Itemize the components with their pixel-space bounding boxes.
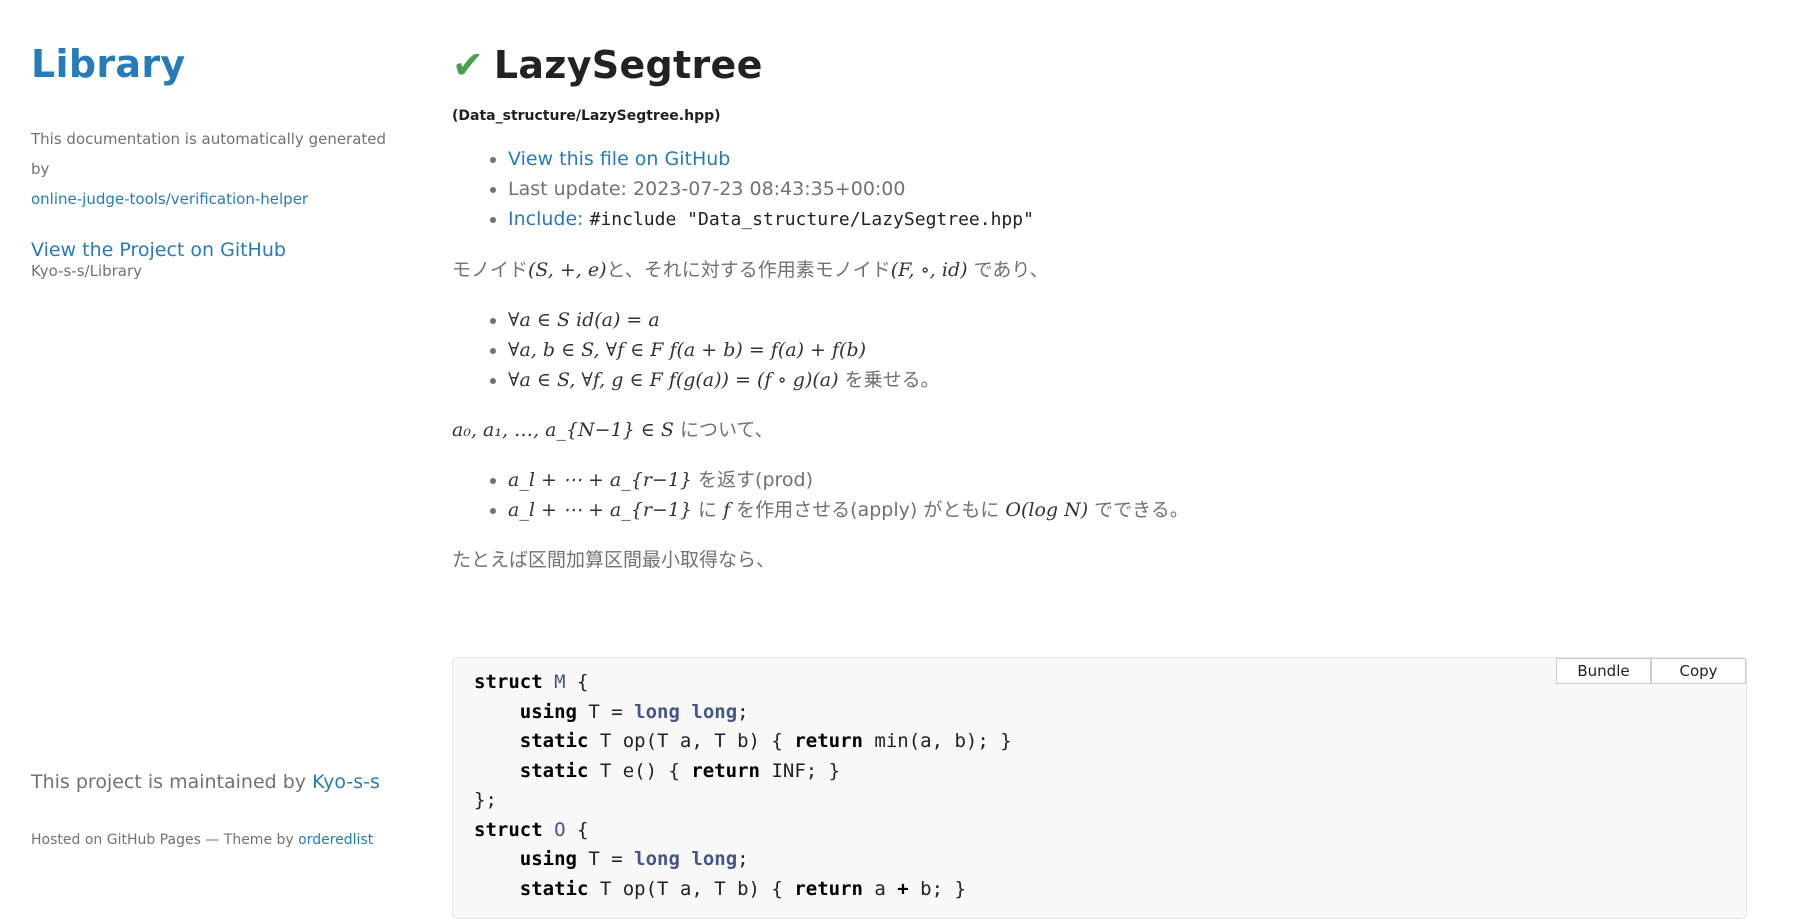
main-content: ✔ LazySegtree (Data_structure/LazySegtre… (452, 40, 1752, 595)
view-project-github-link[interactable]: View the Project on GitHub (31, 238, 401, 262)
desc-text: を作用させる(apply) がともに (730, 499, 1006, 521)
description-paragraph: a₀, a₁, …, a_{N−1} ∈ S について、 (452, 415, 1752, 445)
math-expr: (S, +, e) (528, 259, 607, 281)
list-item: Last update: 2023-07-23 08:43:35+00:00 (508, 174, 1752, 204)
last-update-value: 2023-07-23 08:43:35+00:00 (633, 178, 906, 200)
theme-link[interactable]: orderedlist (298, 832, 373, 848)
description-paragraph: たとえば区間加算区間最小取得なら、 (452, 549, 776, 571)
sidebar: Library This documentation is automatica… (31, 36, 401, 280)
list-item: ∀a ∈ S id(a) = a (508, 305, 1752, 335)
operation-list: a_l + ⋯ + a_{r−1} を返す(prod) a_l + ⋯ + a_… (452, 465, 1752, 525)
desc-text: に (692, 499, 724, 521)
hosted-text: Hosted on GitHub Pages — Theme by (31, 832, 299, 848)
list-item: ∀a ∈ S, ∀f, g ∈ F f(g(a)) = (f ∘ g)(a) を… (508, 365, 1752, 395)
maintainer-link[interactable]: Kyo-s-s (312, 771, 380, 793)
math-expr: ∀a ∈ S id(a) = a (508, 309, 660, 331)
desc-text: であり、 (967, 259, 1049, 281)
math-expr: ∀a, b ∈ S, ∀f ∈ F f(a + b) = f(a) + f(b) (508, 339, 867, 361)
include-code: #include "Data_structure/LazySegtree.hpp… (589, 209, 1034, 230)
code-content: struct M { using T = long long; static T… (474, 671, 1012, 900)
copy-button[interactable]: Copy (1651, 658, 1746, 684)
math-expr: a_l + ⋯ + a_{r−1} (508, 499, 692, 521)
list-item: View this file on GitHub (508, 144, 1752, 174)
auto-generated-note: This documentation is automatically gene… (31, 124, 401, 214)
axiom-list: ∀a ∈ S id(a) = a ∀a, b ∈ S, ∀f ∈ F f(a +… (452, 305, 1752, 395)
view-file-github-link[interactable]: View this file on GitHub (508, 148, 730, 170)
code-block[interactable]: Bundle Copy struct M { using T = long lo… (452, 657, 1747, 919)
file-info-list: View this file on GitHub Last update: 20… (452, 144, 1752, 235)
verification-helper-link[interactable]: online-judge-tools/verification-helper (31, 190, 308, 208)
math-expr: O(log N) (1005, 499, 1089, 521)
list-item: a_l + ⋯ + a_{r−1} に f を作用させる(apply) がともに… (508, 495, 1752, 525)
desc-text: モノイド (452, 259, 529, 281)
bundle-button[interactable]: Bundle (1556, 658, 1651, 684)
page-header: ✔ LazySegtree (452, 40, 1752, 90)
desc-text: でできる。 (1088, 499, 1189, 521)
desc-text: を返す(prod) (692, 469, 814, 491)
desc-text: を乗せる。 (838, 369, 940, 391)
code-buttons: Bundle Copy (1556, 658, 1746, 684)
include-link[interactable]: Include: (508, 208, 584, 230)
check-icon: ✔ (452, 43, 484, 87)
math-expr: (F, ∘, id) (890, 259, 968, 281)
page-title: LazySegtree (493, 43, 763, 87)
site-title[interactable]: Library (31, 36, 401, 92)
list-item: ∀a, b ∈ S, ∀f ∈ F f(a + b) = f(a) + f(b) (508, 335, 1752, 365)
file-path: (Data_structure/LazySegtree.hpp) (452, 108, 721, 124)
auto-generated-text: This documentation is automatically gene… (31, 130, 387, 178)
list-item: Include: #include "Data_structure/LazySe… (508, 204, 1752, 235)
hosted-note: Hosted on GitHub Pages — Theme by ordere… (31, 832, 373, 848)
desc-text: について、 (673, 419, 774, 441)
repo-name: Kyo-s-s/Library (31, 262, 143, 280)
math-expr: ∀a ∈ S, ∀f, g ∈ F f(g(a)) = (f ∘ g)(a) (508, 369, 839, 391)
last-update-label: Last update: (508, 178, 634, 200)
maintainer-note: This project is maintained by Kyo-s-s (31, 771, 380, 793)
list-item: a_l + ⋯ + a_{r−1} を返す(prod) (508, 465, 1752, 495)
math-expr: a_l + ⋯ + a_{r−1} (508, 469, 692, 491)
desc-text: と、それに対する作用素モノイド (606, 259, 891, 281)
description-paragraph: モノイド(S, +, e)と、それに対する作用素モノイド(F, ∘, id) で… (452, 255, 1752, 285)
math-expr: a₀, a₁, …, a_{N−1} ∈ S (452, 419, 674, 441)
maintained-text: This project is maintained by (31, 771, 313, 793)
